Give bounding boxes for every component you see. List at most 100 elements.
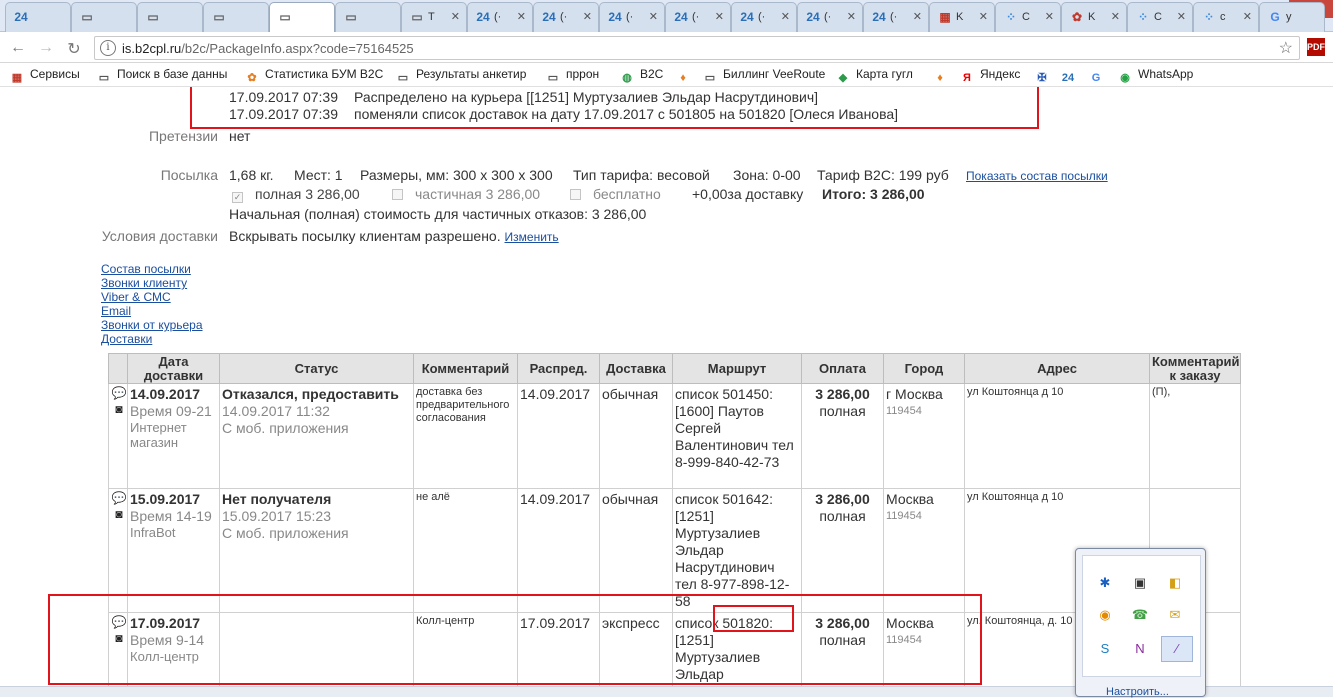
browser-tab[interactable]: ⁘ C ✕ — [1127, 2, 1193, 32]
delivery-time: Время 14-19 — [130, 508, 212, 524]
browser-tab[interactable]: ▭ — [137, 2, 203, 32]
bookmark-item[interactable]: ✿ Статистика БУМ B2C — [245, 67, 383, 85]
browser-tab[interactable]: ▭ — [71, 2, 137, 32]
app-grid-icon: ▦ — [939, 10, 951, 24]
bookmark-item[interactable]: ◍ B2C — [620, 67, 663, 85]
close-tab-icon[interactable]: ✕ — [1045, 10, 1054, 23]
date-cell: 14.09.2017 Время 09-21 Интернет магазин — [127, 383, 220, 489]
pen-icon[interactable]: ⁄ — [1161, 636, 1193, 662]
browser-tab[interactable]: Gy — [1259, 2, 1325, 32]
side-link[interactable]: Звонки клиенту — [101, 276, 187, 290]
dots-icon: ⁘ — [1203, 10, 1215, 24]
close-tab-icon[interactable]: ✕ — [1177, 10, 1186, 23]
table-row[interactable]: 💬 ◙ 14.09.2017 Время 09-21 Интернет магазин О… — [108, 383, 1241, 489]
browser-tab[interactable]: ▭ — [203, 2, 269, 32]
browser-tab[interactable]: ⁘ c ✕ — [1193, 2, 1259, 32]
pdf-extension-icon[interactable]: PDF — [1307, 38, 1325, 56]
close-tab-icon[interactable]: ✕ — [913, 10, 922, 23]
bookmark-item[interactable]: ♦ — [676, 67, 696, 85]
skype-icon[interactable]: S — [1096, 640, 1114, 658]
update-icon[interactable]: ◧ — [1166, 574, 1184, 592]
page-icon: ▭ — [147, 10, 159, 24]
side-link[interactable]: Доставки — [101, 332, 152, 346]
site-info-icon[interactable]: i — [100, 40, 116, 56]
browser-tab[interactable]: ▭ — [269, 2, 335, 32]
mail-icon[interactable]: ✉ — [1166, 606, 1184, 624]
close-tab-icon[interactable]: ✕ — [1243, 10, 1252, 23]
address-bar: ← → ↻ i is.b2cpl.ru/b2c/PackageInfo.aspx… — [0, 33, 1333, 63]
bookmark-item[interactable]: ◆ Карта гугл — [836, 67, 913, 85]
browser-tab[interactable]: 24 (· ✕ — [665, 2, 731, 32]
pay-full-option[interactable]: ✓ полная 3 286,00 — [232, 186, 360, 203]
close-tab-icon[interactable]: ✕ — [649, 10, 658, 23]
bookmark-star-icon[interactable]: ☆ — [1279, 38, 1293, 58]
browser-tab[interactable]: 24 (· ✕ — [599, 2, 665, 32]
browser-tab[interactable]: 24 (· ✕ — [863, 2, 929, 32]
bookmark-item[interactable]: ▦ Сервисы — [10, 67, 80, 85]
back-arrow-icon[interactable]: ← — [8, 39, 28, 57]
change-conditions-link[interactable]: Изменить — [505, 230, 559, 244]
bookmark-label: Сервисы — [30, 67, 80, 81]
page-icon: ▭ — [213, 10, 225, 24]
browser-tab[interactable]: 24 (· ✕ — [467, 2, 533, 32]
tray-customize-link[interactable]: Настроить... — [1106, 686, 1169, 698]
side-link[interactable]: Email — [101, 304, 131, 318]
bookmark-item[interactable]: 24 — [1061, 67, 1081, 85]
browser-tab[interactable]: 24 — [5, 2, 71, 32]
bookmark-label: B2C — [640, 67, 664, 81]
yandex-icon: Я — [963, 72, 971, 84]
bluetooth-icon[interactable]: ✱ — [1096, 574, 1114, 592]
url-input[interactable]: i is.b2cpl.ru/b2c/PackageInfo.aspx?code=… — [94, 36, 1300, 60]
browser-tab[interactable]: 24 (· ✕ — [797, 2, 863, 32]
side-link[interactable]: Viber & СМС — [101, 290, 171, 304]
comment-bubble-icon[interactable]: 💬 — [111, 386, 127, 400]
bookmark-item[interactable]: ▭ Результаты анкетир — [396, 67, 527, 85]
show-contents-link[interactable]: Показать состав посылки — [966, 169, 1108, 183]
bookmark-item[interactable]: ♦ — [933, 67, 953, 85]
reload-icon[interactable]: ↻ — [64, 39, 84, 59]
bookmark-item[interactable]: ✠ — [1035, 67, 1055, 85]
bookmark-item[interactable]: ▭ пррон — [546, 67, 599, 85]
pin-icon: ♦ — [680, 72, 686, 84]
side-link[interactable]: Звонки от курьера — [101, 318, 203, 332]
camera-icon[interactable]: ◙ — [111, 507, 127, 521]
browser-tab[interactable]: ▭ — [335, 2, 401, 32]
browser-tab[interactable]: ⁘ C ✕ — [995, 2, 1061, 32]
close-tab-icon[interactable]: ✕ — [781, 10, 790, 23]
close-tab-icon[interactable]: ✕ — [517, 10, 526, 23]
chat-icon[interactable]: ◉ — [1096, 606, 1114, 624]
bookmark-item[interactable]: G — [1089, 67, 1109, 85]
pay-partial-checkbox[interactable] — [392, 189, 403, 200]
close-tab-icon[interactable]: ✕ — [979, 10, 988, 23]
browser-tab[interactable]: ✿ K ✕ — [1061, 2, 1127, 32]
bookmark-item[interactable]: ▭ Биллинг VeeRoute — [703, 67, 826, 85]
onenote-icon[interactable]: N — [1131, 640, 1149, 658]
side-link[interactable]: Состав посылки — [101, 262, 191, 276]
monitor-icon[interactable]: ▣ — [1131, 574, 1149, 592]
browser-tab[interactable]: ▦ K ✕ — [929, 2, 995, 32]
close-tab-icon[interactable]: ✕ — [451, 10, 460, 23]
payment-type: полная — [819, 403, 866, 419]
status-source: С моб. приложения — [222, 525, 349, 541]
bookmark-item[interactable]: ◉ WhatsApp — [1118, 67, 1193, 85]
browser-tab[interactable]: 24 (· ✕ — [533, 2, 599, 32]
close-tab-icon[interactable]: ✕ — [847, 10, 856, 23]
camera-icon[interactable]: ◙ — [111, 402, 127, 416]
tab-title: C — [1154, 11, 1162, 23]
bookmark-item[interactable]: ▭ Поиск в базе данны — [97, 67, 228, 85]
close-tab-icon[interactable]: ✕ — [1111, 10, 1120, 23]
comment-bubble-icon[interactable]: 💬 — [111, 491, 127, 505]
pay-free-option[interactable]: бесплатно — [570, 186, 661, 202]
pay-full-checkbox[interactable]: ✓ — [232, 192, 243, 203]
browser-tab[interactable]: 24 (· ✕ — [731, 2, 797, 32]
messenger-icon[interactable]: ☎ — [1131, 606, 1149, 624]
close-tab-icon[interactable]: ✕ — [715, 10, 724, 23]
highlight-row — [48, 594, 982, 685]
forward-arrow-icon[interactable]: → — [36, 39, 56, 57]
close-tab-icon[interactable]: ✕ — [583, 10, 592, 23]
browser-tab[interactable]: ▭ T ✕ — [401, 2, 467, 32]
pay-partial-option[interactable]: частичная 3 286,00 — [392, 186, 540, 202]
pay-free-checkbox[interactable] — [570, 189, 581, 200]
b24-icon: 24 — [674, 10, 688, 24]
bookmark-item[interactable]: Я Яндекс — [960, 67, 1020, 85]
